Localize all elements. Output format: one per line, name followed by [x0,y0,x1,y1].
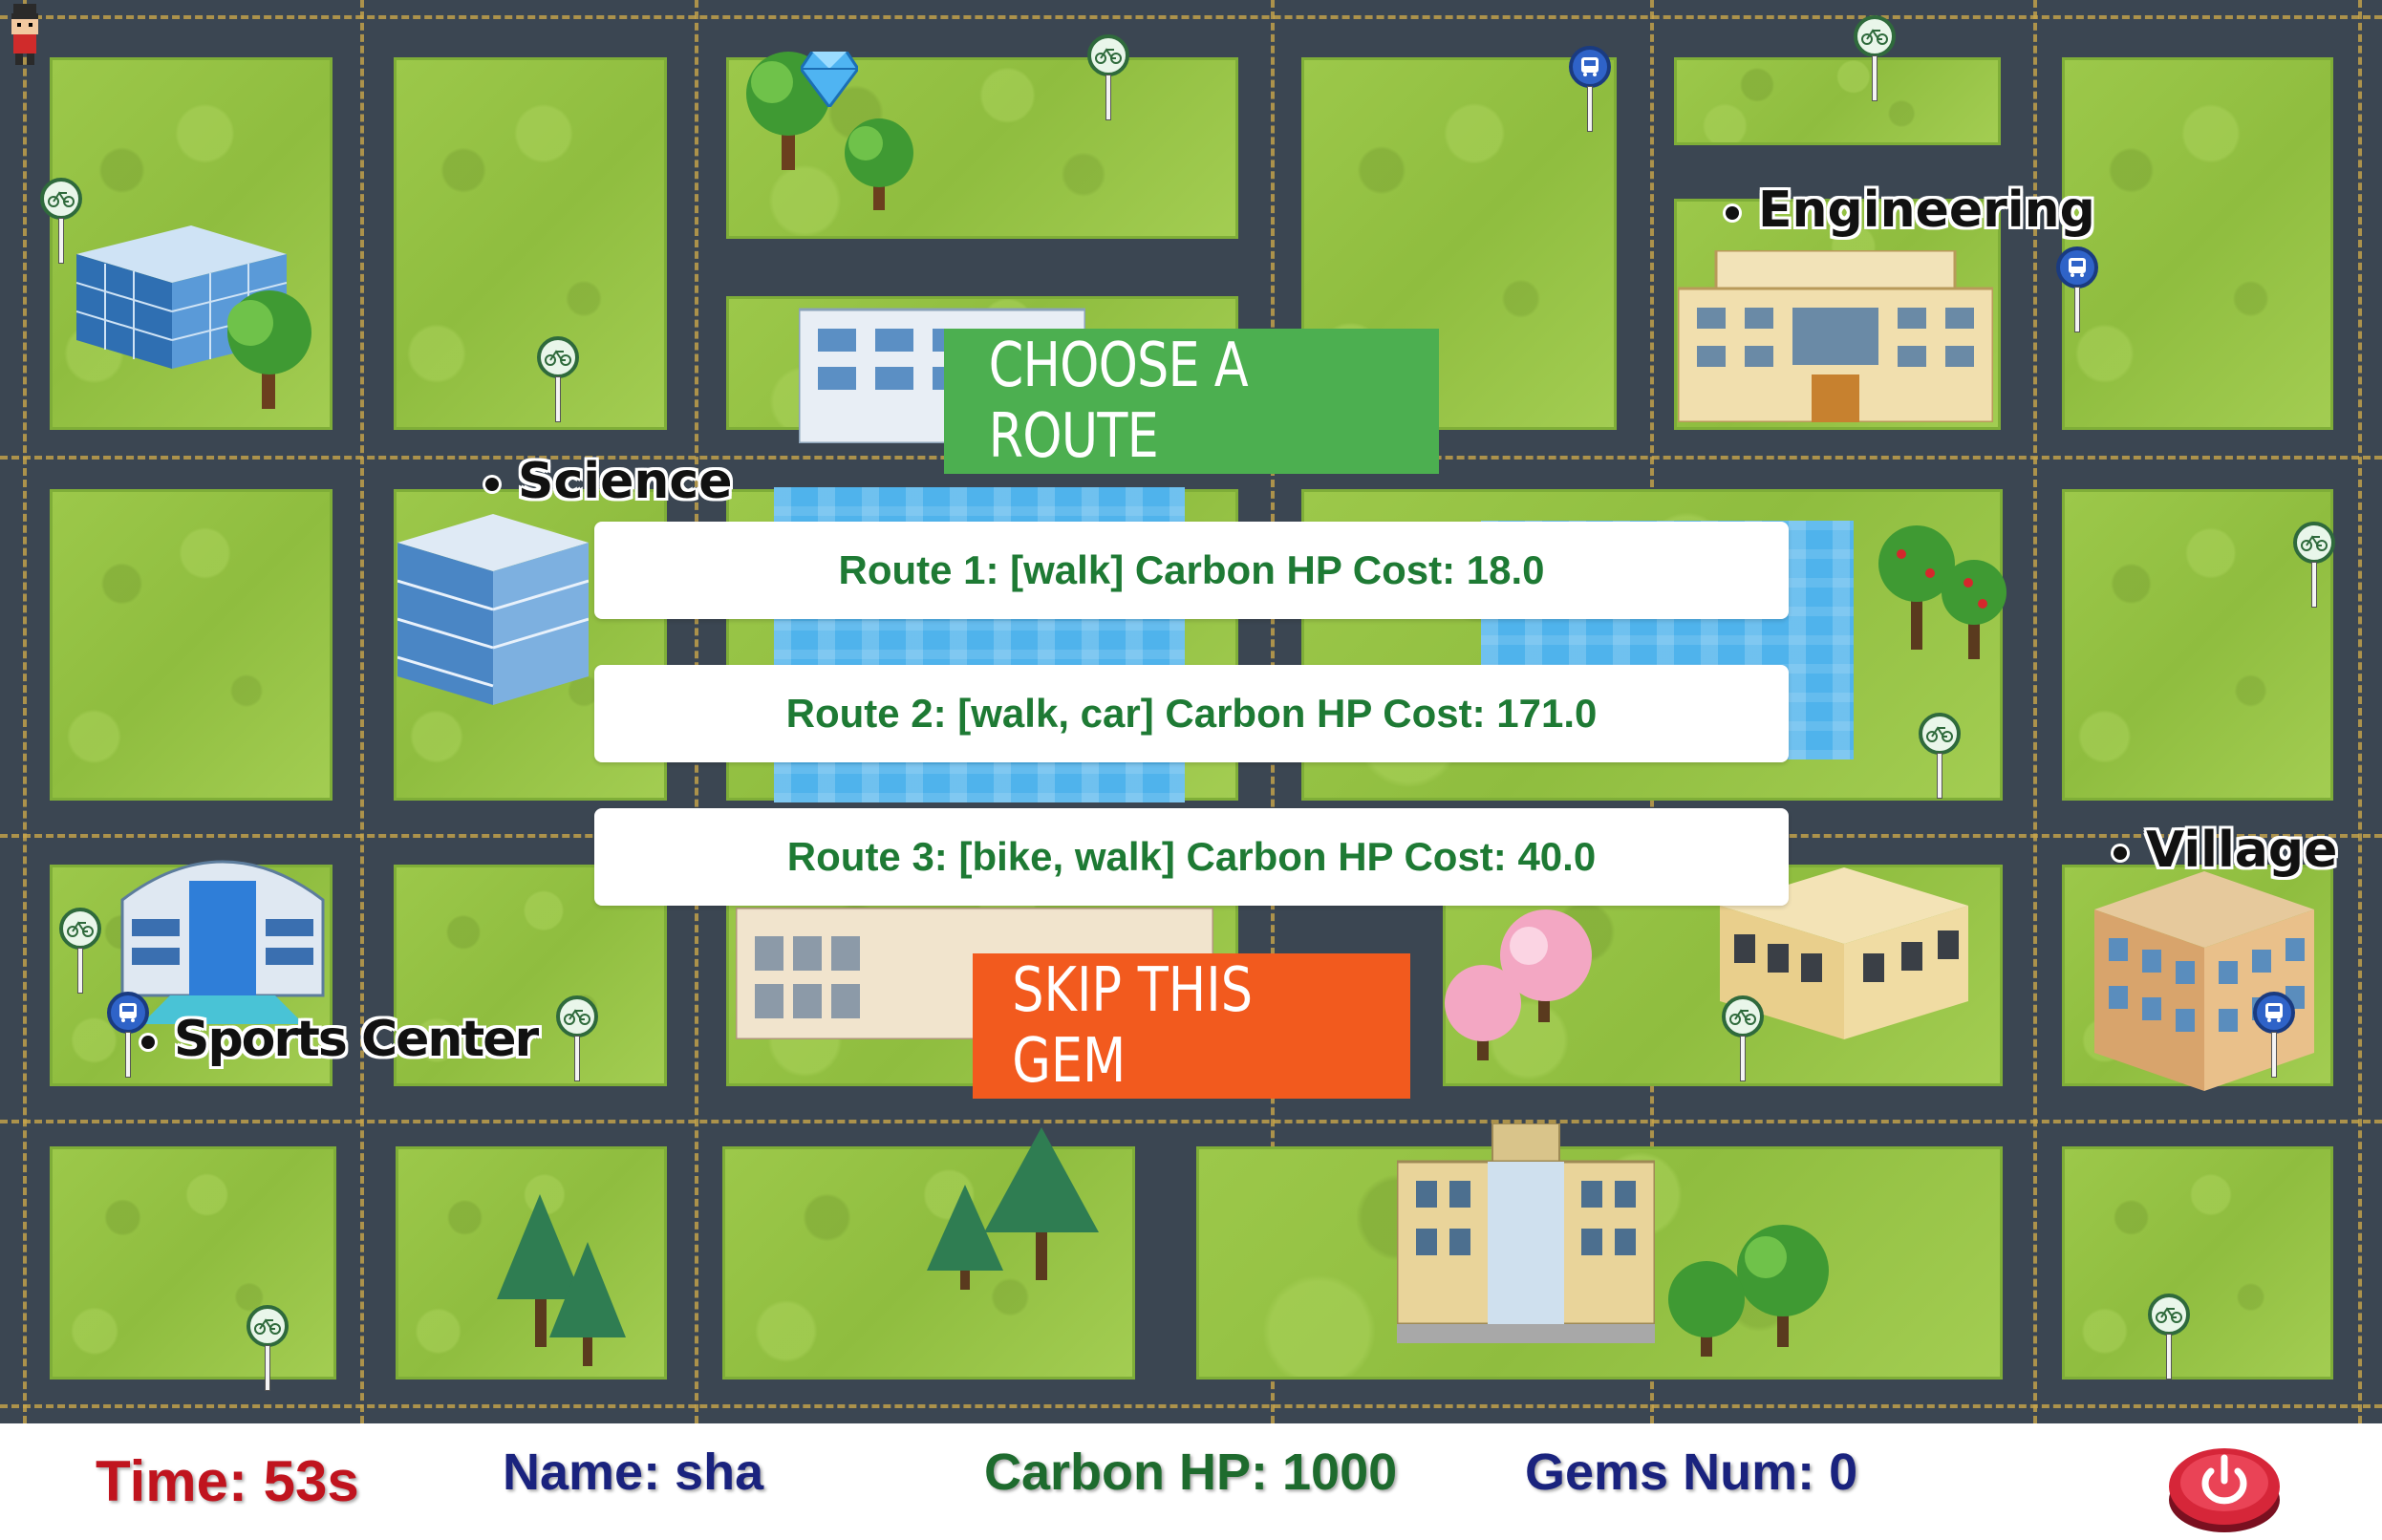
bike-station-sign[interactable] [1854,15,1896,101]
bicycle-icon [40,178,82,220]
bike-station-sign[interactable] [40,178,82,264]
bus-icon [2253,992,2295,1034]
apple-tree-icon [1878,525,2006,659]
bike-station-sign[interactable] [2293,522,2335,608]
bicycle-icon [2293,522,2335,564]
pine-tree-icon [927,1127,1099,1290]
choose-route-title: CHOOSE A ROUTE [944,329,1439,474]
road-line [0,15,2382,19]
bicycle-icon [1919,713,1961,755]
game-map[interactable]: Science Engineering Village Sports Cente… [0,0,2382,1423]
tree-icon [227,290,311,409]
tree-icon [845,118,913,210]
bus-stop-sign[interactable] [2253,992,2295,1078]
player-name: Name: sha [503,1444,764,1501]
road-line [0,1120,2382,1123]
grass-block [50,489,333,801]
hall-building-icon [1397,1123,1655,1343]
bus-icon [1569,46,1611,88]
place-label-engineering: Engineering [1726,182,2095,239]
bus-icon [2056,246,2098,289]
bus-stop-sign[interactable] [2056,246,2098,332]
place-label-sports-center: Sports Center [141,1011,539,1068]
skip-gem-button[interactable]: SKIP THIS GEM [973,953,1410,1099]
road-line [23,0,27,1423]
bicycle-icon [2148,1294,2190,1336]
engineering-building-icon [1678,250,1993,422]
bicycle-icon [1087,34,1129,76]
place-label-science: Science [485,453,732,510]
bike-station-sign[interactable] [1722,995,1764,1081]
diamond-gem-icon[interactable] [801,52,858,107]
bicycle-icon [556,995,598,1037]
bike-station-sign[interactable] [59,908,101,994]
bike-station-sign[interactable] [556,995,598,1081]
bus-stop-sign[interactable] [1569,46,1611,132]
route-option-1[interactable]: Route 1: [walk] Carbon HP Cost: 18.0 [594,522,1789,619]
bicycle-icon [537,336,579,378]
grass-block [2062,1146,2333,1380]
bike-station-sign[interactable] [2148,1294,2190,1380]
bicycle-icon [59,908,101,950]
road-line [360,0,364,1423]
science-building-icon [397,514,589,705]
bicycle-icon [247,1305,289,1347]
road-line [2358,0,2362,1423]
power-button[interactable] [2167,1433,2282,1536]
time-remaining: Time: 53s [96,1449,359,1513]
grass-block [2062,57,2333,430]
cherry-blossom-tree-icon [1445,909,1592,1060]
bike-station-sign[interactable] [1919,713,1961,799]
gems-count: Gems Num: 0 [1525,1444,1858,1501]
route-option-2[interactable]: Route 2: [walk, car] Carbon HP Cost: 171… [594,665,1789,762]
route-option-3[interactable]: Route 3: [bike, walk] Carbon HP Cost: 40… [594,808,1789,906]
player-avatar-icon[interactable] [6,4,44,65]
road-line [0,1404,2382,1408]
place-label-village: Village [2114,822,2337,879]
grass-block [1674,57,2001,145]
bike-station-sign[interactable] [537,336,579,422]
bike-station-sign[interactable] [247,1305,289,1391]
grass-block [50,1146,336,1380]
status-bar: Time: 53s Name: sha Carbon HP: 1000 Gems… [0,1423,2382,1540]
bicycle-icon [1722,995,1764,1037]
bicycle-icon [1854,15,1896,57]
tree-icon [1668,1225,1829,1357]
bike-station-sign[interactable] [1087,34,1129,120]
pine-tree-icon [497,1194,626,1366]
carbon-hp: Carbon HP: 1000 [984,1444,1398,1501]
grass-block [394,57,667,430]
